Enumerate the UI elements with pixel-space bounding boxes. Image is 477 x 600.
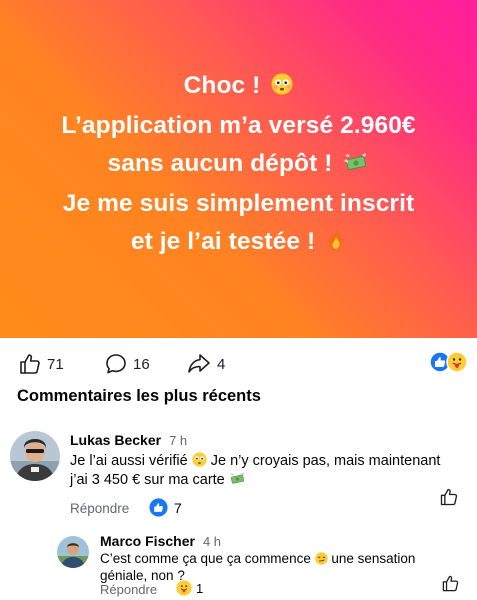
post-banner: Choc ! L’application m’a versé 2.960€ sa… [0, 0, 477, 338]
reaction-count: 7 [174, 499, 182, 516]
banner-line-4: Je me suis simplement inscrit [63, 185, 415, 223]
comment-author[interactable]: Marco Fischer 4 h [100, 533, 221, 549]
comment-line-2: j’ai 3 450 € sur ma carte [70, 471, 470, 490]
banner-text-2: L’application m’a versé 2.960€ [61, 112, 416, 139]
comment-lukas: Lukas Becker 7 h Je l’ai aussi vérifié Je… [0, 425, 477, 520]
reaction-count: 1 [196, 580, 204, 596]
likes-count: 71 [47, 355, 64, 373]
banner-line-1: Choc ! [184, 67, 294, 107]
care-reaction-icon [446, 351, 468, 373]
smirking-face-icon [314, 552, 328, 565]
banner-text-5: et je l’ai testée ! [130, 228, 316, 255]
like-reaction-icon [149, 498, 168, 517]
comment-line-1: Je l’ai aussi vérifié Je n’y croyais pas… [70, 452, 470, 471]
comment-marco: Marco Fischer 4 h C’est comme ça que ça c… [0, 528, 477, 600]
banner-line-3: sans aucun dépôt ! [108, 145, 370, 185]
thumb-up-icon[interactable] [439, 487, 459, 507]
comment-text-a: C’est comme ça que ça commence [100, 551, 311, 566]
comment-text-b: une sensation [331, 551, 416, 566]
reply-button[interactable]: Répondre [70, 501, 129, 516]
thumb-up-icon [20, 354, 40, 374]
author-name[interactable]: Lukas Becker [70, 432, 161, 448]
comment-text-b: Je n’y croyais pas, mais maintenant [210, 453, 441, 469]
author-name[interactable]: Marco Fischer [100, 533, 195, 549]
thumb-up-icon[interactable] [441, 574, 460, 593]
flushed-face-icon [192, 452, 207, 467]
banner-text-3: sans aucun dépôt ! [107, 150, 333, 177]
banner-line-2: L’application m’a versé 2.960€ [61, 107, 415, 145]
comment-author[interactable]: Lukas Becker 7 h [70, 432, 187, 448]
fire-icon [326, 225, 346, 263]
comment-action[interactable]: 16 [104, 352, 150, 376]
reactions-bar: 71 16 4 [0, 338, 477, 386]
comment-time[interactable]: 7 h [169, 433, 187, 448]
comment-body: Je l’ai aussi vérifié Je n’y croyais pas… [70, 452, 470, 490]
banner-text-4: Je me suis simplement inscrit [62, 190, 415, 217]
comment-text-c: géniale, non ? [100, 568, 185, 583]
comment-time[interactable]: 4 h [203, 534, 221, 549]
avatar[interactable] [10, 431, 60, 481]
shares-count: 4 [217, 355, 226, 373]
banner-line-5: et je l’ai testée ! [131, 223, 346, 263]
money-with-wings-icon [230, 472, 244, 484]
comment-body: C’est comme ça que ça commence une sensa… [100, 550, 470, 584]
banner-text-1: Choc ! [183, 72, 261, 99]
care-reaction-icon [176, 580, 192, 596]
comment-text-a: Je l’ai aussi vérifié [70, 453, 188, 469]
comment-line-1: C’est comme ça que ça commence une sensa… [100, 550, 470, 567]
comments-section-title: Commentaires les plus récents [17, 387, 261, 405]
comment-reactions[interactable]: 7 [149, 498, 182, 517]
share-action[interactable]: 4 [186, 352, 225, 376]
comment-text-c: j’ai 3 450 € sur ma carte [70, 472, 225, 488]
like-action[interactable]: 71 [18, 352, 64, 376]
share-arrow-icon [188, 354, 210, 373]
comment-bubble-icon [106, 354, 126, 374]
comments-count: 16 [133, 355, 150, 373]
money-with-wings-icon [343, 147, 369, 185]
comment-reactions[interactable]: 1 [176, 580, 203, 596]
reaction-summary[interactable] [429, 351, 469, 373]
reply-button[interactable]: Répondre [100, 582, 157, 597]
flushed-face-icon [271, 69, 294, 107]
avatar[interactable] [57, 536, 89, 568]
